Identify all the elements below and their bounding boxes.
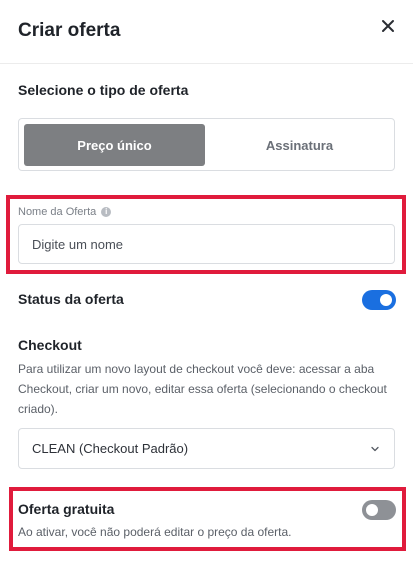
status-toggle[interactable] — [362, 290, 396, 310]
checkout-title: Checkout — [18, 337, 82, 353]
free-offer-description: Ao ativar, você não poderá editar o preç… — [18, 525, 292, 539]
panel-header: Criar oferta — [0, 0, 413, 64]
close-icon[interactable] — [379, 17, 397, 35]
free-offer-title: Oferta gratuita — [18, 501, 115, 517]
close-icon-glyph — [382, 20, 394, 32]
free-offer-toggle[interactable] — [362, 500, 396, 520]
offer-type-option-single-price[interactable]: Preço único — [24, 124, 205, 166]
checkout-select-value: CLEAN (Checkout Padrão) — [32, 441, 189, 456]
panel-title: Criar oferta — [18, 20, 121, 41]
chevron-down-icon — [371, 446, 379, 452]
info-icon[interactable]: i — [101, 207, 112, 217]
offer-name-label: Nome da Oferta — [18, 206, 97, 218]
offer-type-selector: Preço único Assinatura — [18, 118, 395, 171]
status-label: Status da oferta — [18, 291, 124, 307]
offer-name-input[interactable] — [18, 224, 395, 264]
checkout-description: Para utilizar um novo layout de checkout… — [18, 362, 387, 416]
create-offer-panel: Criar oferta Selecione o tipo de oferta … — [0, 0, 413, 568]
offer-name-label-row: Nome da Oferta i — [18, 206, 112, 218]
free-offer-toggle-knob — [366, 504, 378, 516]
status-toggle-knob — [380, 294, 392, 306]
highlight-box-free-offer — [9, 487, 406, 551]
offer-type-label: Selecione o tipo de oferta — [18, 82, 189, 98]
checkout-select[interactable]: CLEAN (Checkout Padrão) — [18, 428, 395, 469]
offer-type-option-subscription[interactable]: Assinatura — [209, 124, 390, 166]
